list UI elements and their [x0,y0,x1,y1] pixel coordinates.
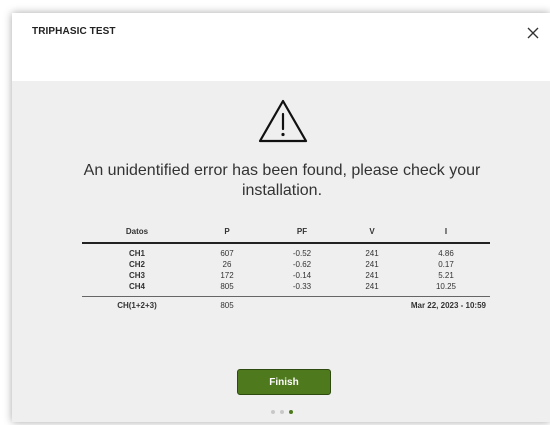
table-cell: 241 [365,260,379,269]
table-row: CH1 607 -0.52 241 4.86 [82,243,490,259]
total-label: CH(1+2+3) [82,296,192,312]
column-header: I [402,220,490,244]
dialog-body: An unidentified error has been found, pl… [12,81,550,422]
table-cell: 0.17 [438,260,454,269]
dialog-title: TRIPHASIC TEST [32,26,116,37]
warning-icon [258,99,308,143]
table-cell: 4.86 [438,249,454,258]
table-row: CH4 805 -0.33 241 10.25 [82,281,490,297]
table-cell: 26 [222,260,232,269]
triphasic-test-dialog: TRIPHASIC TEST An unidentified error has… [12,13,550,422]
table-cell: 241 [365,282,379,291]
table-cell: -0.52 [292,249,312,258]
results-table: Datos P PF V I CH1 607 -0.52 241 4.86 CH… [82,220,490,312]
table-cell: 607 [220,249,234,258]
finish-button[interactable]: Finish [237,369,331,395]
channel-label: CH1 [128,249,145,258]
channel-label: CH4 [128,282,145,291]
channel-label: CH2 [128,260,145,269]
column-header: PF [262,220,342,244]
column-header: V [342,220,402,244]
close-icon [527,27,539,39]
pagination-dot-active[interactable] [289,410,293,414]
dialog-header: TRIPHASIC TEST [12,13,550,81]
table-cell: 241 [365,249,379,258]
pagination-dot[interactable] [271,410,275,414]
close-button[interactable] [523,23,543,43]
column-header: Datos [82,220,192,244]
table-row: CH3 172 -0.14 241 5.21 [82,270,490,281]
table-cell: 172 [220,271,234,280]
table-cell: 10.25 [435,282,457,291]
table-cell: -0.33 [292,282,312,291]
table-header-row: Datos P PF V I [82,220,490,244]
error-message: An unidentified error has been found, pl… [83,162,481,199]
total-row: CH(1+2+3) 805 Mar 22, 2023 - 10:59 [82,296,490,312]
total-p-value: 805 [192,296,262,312]
channel-label: CH3 [128,271,145,280]
table-cell: 5.21 [438,271,454,280]
measurement-timestamp: Mar 22, 2023 - 10:59 [262,296,490,312]
column-header: P [192,220,262,244]
table-row: CH2 26 -0.62 241 0.17 [82,259,490,270]
table-cell: 241 [365,271,379,280]
pagination-dot[interactable] [280,410,284,414]
table-cell: -0.62 [292,260,312,269]
table-cell: -0.14 [292,271,312,280]
table-cell: 805 [220,282,234,291]
